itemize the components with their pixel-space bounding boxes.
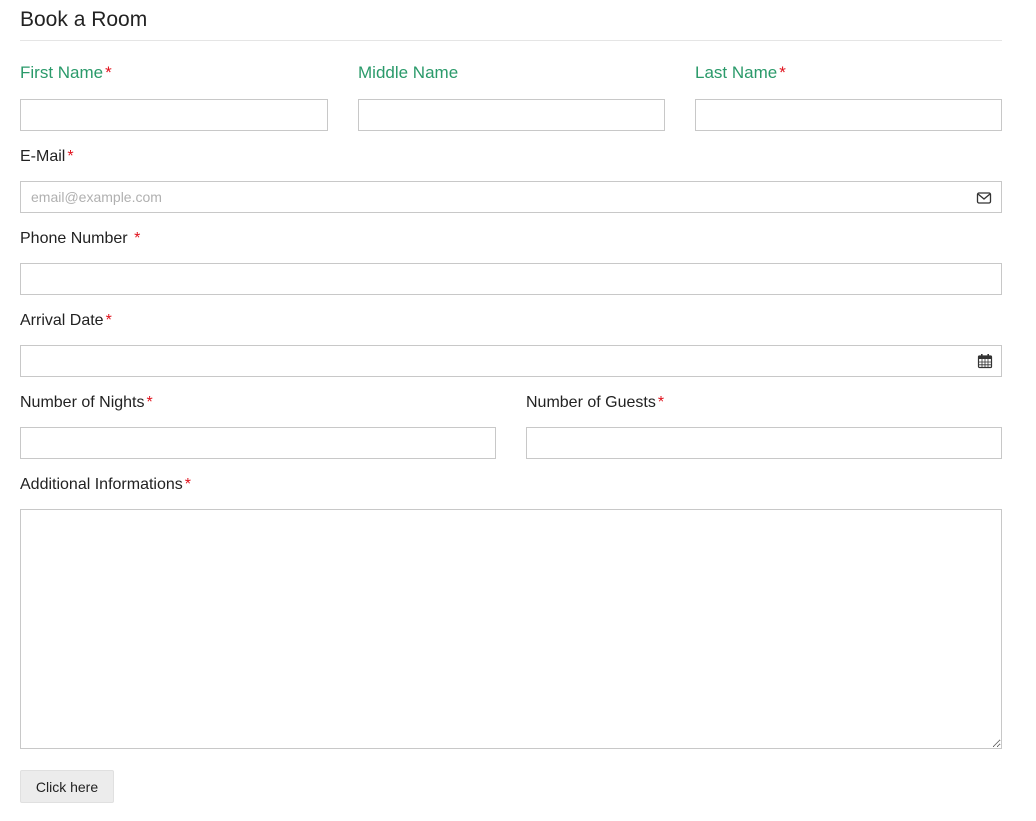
email-input[interactable] xyxy=(20,181,1002,213)
last-name-label: Last Name * xyxy=(695,63,786,83)
middle-name-input[interactable] xyxy=(358,99,665,131)
middle-name-label: Middle Name xyxy=(358,63,458,83)
additional-info-label-text: Additional Informations xyxy=(20,476,183,493)
nights-label-text: Number of Nights xyxy=(20,394,145,411)
envelope-icon xyxy=(976,192,992,204)
phone-label-text: Phone Number xyxy=(20,230,128,247)
email-label: E-Mail * xyxy=(20,148,74,166)
arrival-date-label: Arrival Date * xyxy=(20,312,112,330)
form-title: Book a Room xyxy=(20,8,148,31)
title-divider xyxy=(20,40,1002,41)
arrival-date-input[interactable] xyxy=(20,345,1002,377)
guests-label-text: Number of Guests xyxy=(526,394,656,411)
required-mark: * xyxy=(105,312,112,329)
required-mark: * xyxy=(657,394,665,411)
last-name-input[interactable] xyxy=(695,99,1002,131)
middle-name-label-text: Middle Name xyxy=(358,63,459,82)
guests-label: Number of Guests * xyxy=(526,394,664,412)
nights-input[interactable] xyxy=(20,427,496,459)
required-mark: * xyxy=(184,476,191,493)
last-name-label-text: Last Name xyxy=(695,63,778,82)
required-mark: * xyxy=(67,148,74,165)
required-mark: * xyxy=(146,394,153,411)
required-mark: * xyxy=(134,230,141,247)
required-mark: * xyxy=(779,63,786,82)
nights-label: Number of Nights * xyxy=(20,394,153,412)
calendar-icon[interactable] xyxy=(977,353,993,369)
arrival-date-label-text: Arrival Date xyxy=(20,312,104,329)
first-name-label: First Name * xyxy=(20,63,112,83)
email-label-text: E-Mail xyxy=(20,148,66,165)
additional-info-label: Additional Informations * xyxy=(20,476,191,494)
first-name-label-text: First Name xyxy=(20,63,104,82)
first-name-input[interactable] xyxy=(20,99,328,131)
submit-button[interactable]: Click here xyxy=(20,770,114,803)
phone-label: Phone Number * xyxy=(20,230,140,248)
additional-info-textarea[interactable] xyxy=(20,509,1002,749)
required-mark: * xyxy=(105,63,112,82)
guests-input[interactable] xyxy=(526,427,1002,459)
phone-input[interactable] xyxy=(20,263,1002,295)
